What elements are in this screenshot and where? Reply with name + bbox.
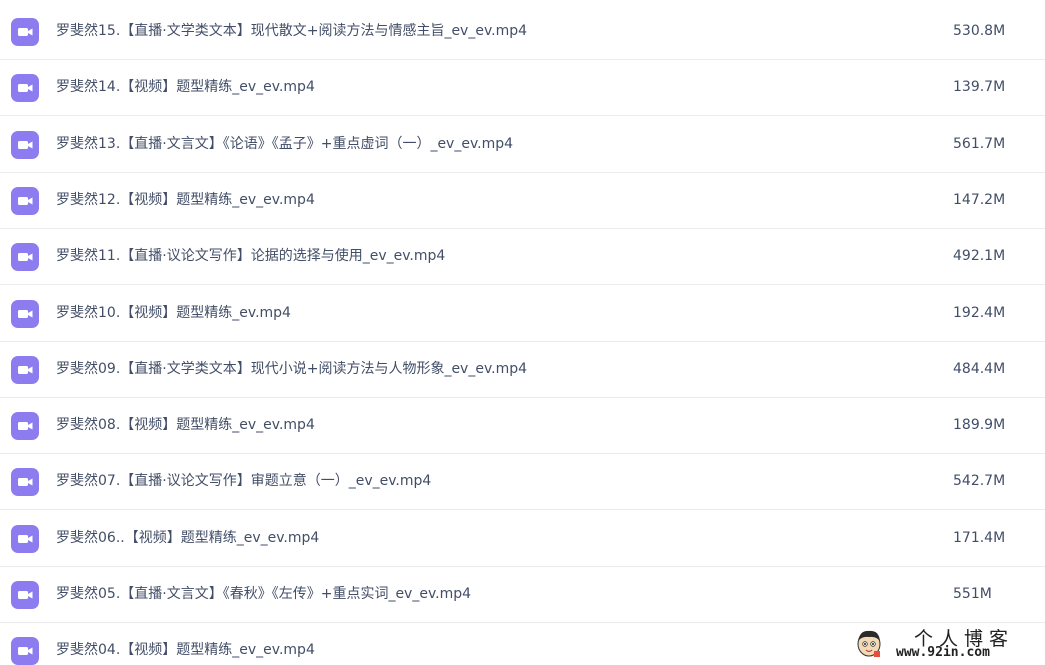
video-camera-icon xyxy=(18,365,33,374)
file-size: 171.4M xyxy=(953,529,1006,546)
file-name[interactable]: 罗斐然04.【视频】题型精练_ev_ev.mp4 xyxy=(56,640,315,660)
video-file-icon xyxy=(11,74,39,103)
file-row[interactable]: 罗斐然05.【直播·文言文】《春秋》《左传》+重点实词_ev_ev.mp4 551… xyxy=(0,567,1045,623)
file-name[interactable]: 罗斐然13.【直播·文言文】《论语》《孟子》+重点虚词（一）_ev_ev.mp4 xyxy=(56,134,513,154)
file-row[interactable]: 罗斐然13.【直播·文言文】《论语》《孟子》+重点虚词（一）_ev_ev.mp4… xyxy=(0,117,1045,173)
file-size: 551M xyxy=(953,586,992,602)
video-camera-icon xyxy=(18,422,33,431)
video-camera-icon xyxy=(18,84,33,93)
file-name[interactable]: 罗斐然08.【视频】题型精练_ev_ev.mp4 xyxy=(56,415,315,435)
video-file-icon xyxy=(11,186,39,215)
video-file-icon xyxy=(11,581,39,609)
file-row[interactable]: 罗斐然12.【视频】题型精练_ev_ev.mp4 147.2M xyxy=(0,173,1045,229)
file-size: 530.8M xyxy=(953,23,1006,39)
file-size: 192.4M xyxy=(953,304,1006,321)
video-camera-icon xyxy=(18,309,33,318)
file-name[interactable]: 罗斐然11.【直播·议论文写作】论据的选择与使用_ev_ev.mp4 xyxy=(56,246,445,266)
file-name[interactable]: 罗斐然06..【视频】题型精练_ev_ev.mp4 xyxy=(56,528,319,548)
file-name[interactable]: 罗斐然15.【直播·文学类文本】现代散文+阅读方法与情感主旨_ev_ev.mp4 xyxy=(56,21,527,41)
file-row[interactable]: 罗斐然09.【直播·文学类文本】现代小说+阅读方法与人物形象_ev_ev.mp4… xyxy=(0,342,1045,398)
file-row[interactable]: 罗斐然15.【直播·文学类文本】现代散文+阅读方法与情感主旨_ev_ev.mp4… xyxy=(0,4,1045,60)
video-camera-icon xyxy=(18,534,33,543)
file-name[interactable]: 罗斐然10.【视频】题型精练_ev.mp4 xyxy=(56,303,291,323)
video-file-icon xyxy=(11,243,39,272)
video-file-icon xyxy=(11,412,39,441)
video-camera-icon xyxy=(18,591,33,599)
file-name[interactable]: 罗斐然09.【直播·文学类文本】现代小说+阅读方法与人物形象_ev_ev.mp4 xyxy=(56,359,527,379)
file-row[interactable]: 罗斐然10.【视频】题型精练_ev.mp4 192.4M xyxy=(0,286,1045,342)
video-file-icon xyxy=(11,468,39,497)
file-name[interactable]: 罗斐然05.【直播·文言文】《春秋》《左传》+重点实词_ev_ev.mp4 xyxy=(56,584,471,604)
file-row[interactable]: 罗斐然07.【直播·议论文写作】审题立意（一）_ev_ev.mp4 542.7M xyxy=(0,454,1045,511)
video-file-icon xyxy=(11,637,39,665)
file-name[interactable]: 罗斐然14.【视频】题型精练_ev_ev.mp4 xyxy=(56,77,315,97)
file-size: 492.1M xyxy=(953,248,1006,265)
file-size: 139.7M xyxy=(953,79,1006,96)
file-list: 罗斐然15.【直播·文学类文本】现代散文+阅读方法与情感主旨_ev_ev.mp4… xyxy=(0,0,1045,665)
file-row[interactable]: 罗斐然08.【视频】题型精练_ev_ev.mp4 189.9M xyxy=(0,398,1045,455)
video-camera-icon xyxy=(18,478,33,487)
file-size: 542.7M xyxy=(953,473,1006,490)
watermark-url: www.92in.com xyxy=(896,645,990,660)
blog-watermark: 个人博客 www.92in.com xyxy=(852,624,1032,662)
video-camera-icon xyxy=(18,196,33,205)
video-file-icon xyxy=(11,524,39,553)
video-camera-icon xyxy=(18,647,33,656)
file-name[interactable]: 罗斐然12.【视频】题型精练_ev_ev.mp4 xyxy=(56,190,315,210)
video-camera-icon xyxy=(18,28,33,36)
file-row[interactable]: 罗斐然11.【直播·议论文写作】论据的选择与使用_ev_ev.mp4 492.1M xyxy=(0,229,1045,286)
video-file-icon xyxy=(11,299,39,328)
file-row[interactable]: 罗斐然06..【视频】题型精练_ev_ev.mp4 171.4M xyxy=(0,511,1045,567)
video-file-icon xyxy=(11,355,39,384)
file-row[interactable]: 罗斐然14.【视频】题型精练_ev_ev.mp4 139.7M xyxy=(0,60,1045,117)
file-size: 147.2M xyxy=(953,191,1006,208)
video-file-icon xyxy=(11,18,39,46)
video-camera-icon xyxy=(18,253,33,262)
mascot-icon xyxy=(857,630,881,657)
file-size: 561.7M xyxy=(953,135,1006,152)
video-file-icon xyxy=(11,130,39,159)
file-size: 484.4M xyxy=(953,360,1006,377)
file-name[interactable]: 罗斐然07.【直播·议论文写作】审题立意（一）_ev_ev.mp4 xyxy=(56,471,431,491)
file-size: 189.9M xyxy=(953,417,1006,434)
video-camera-icon xyxy=(18,140,33,149)
